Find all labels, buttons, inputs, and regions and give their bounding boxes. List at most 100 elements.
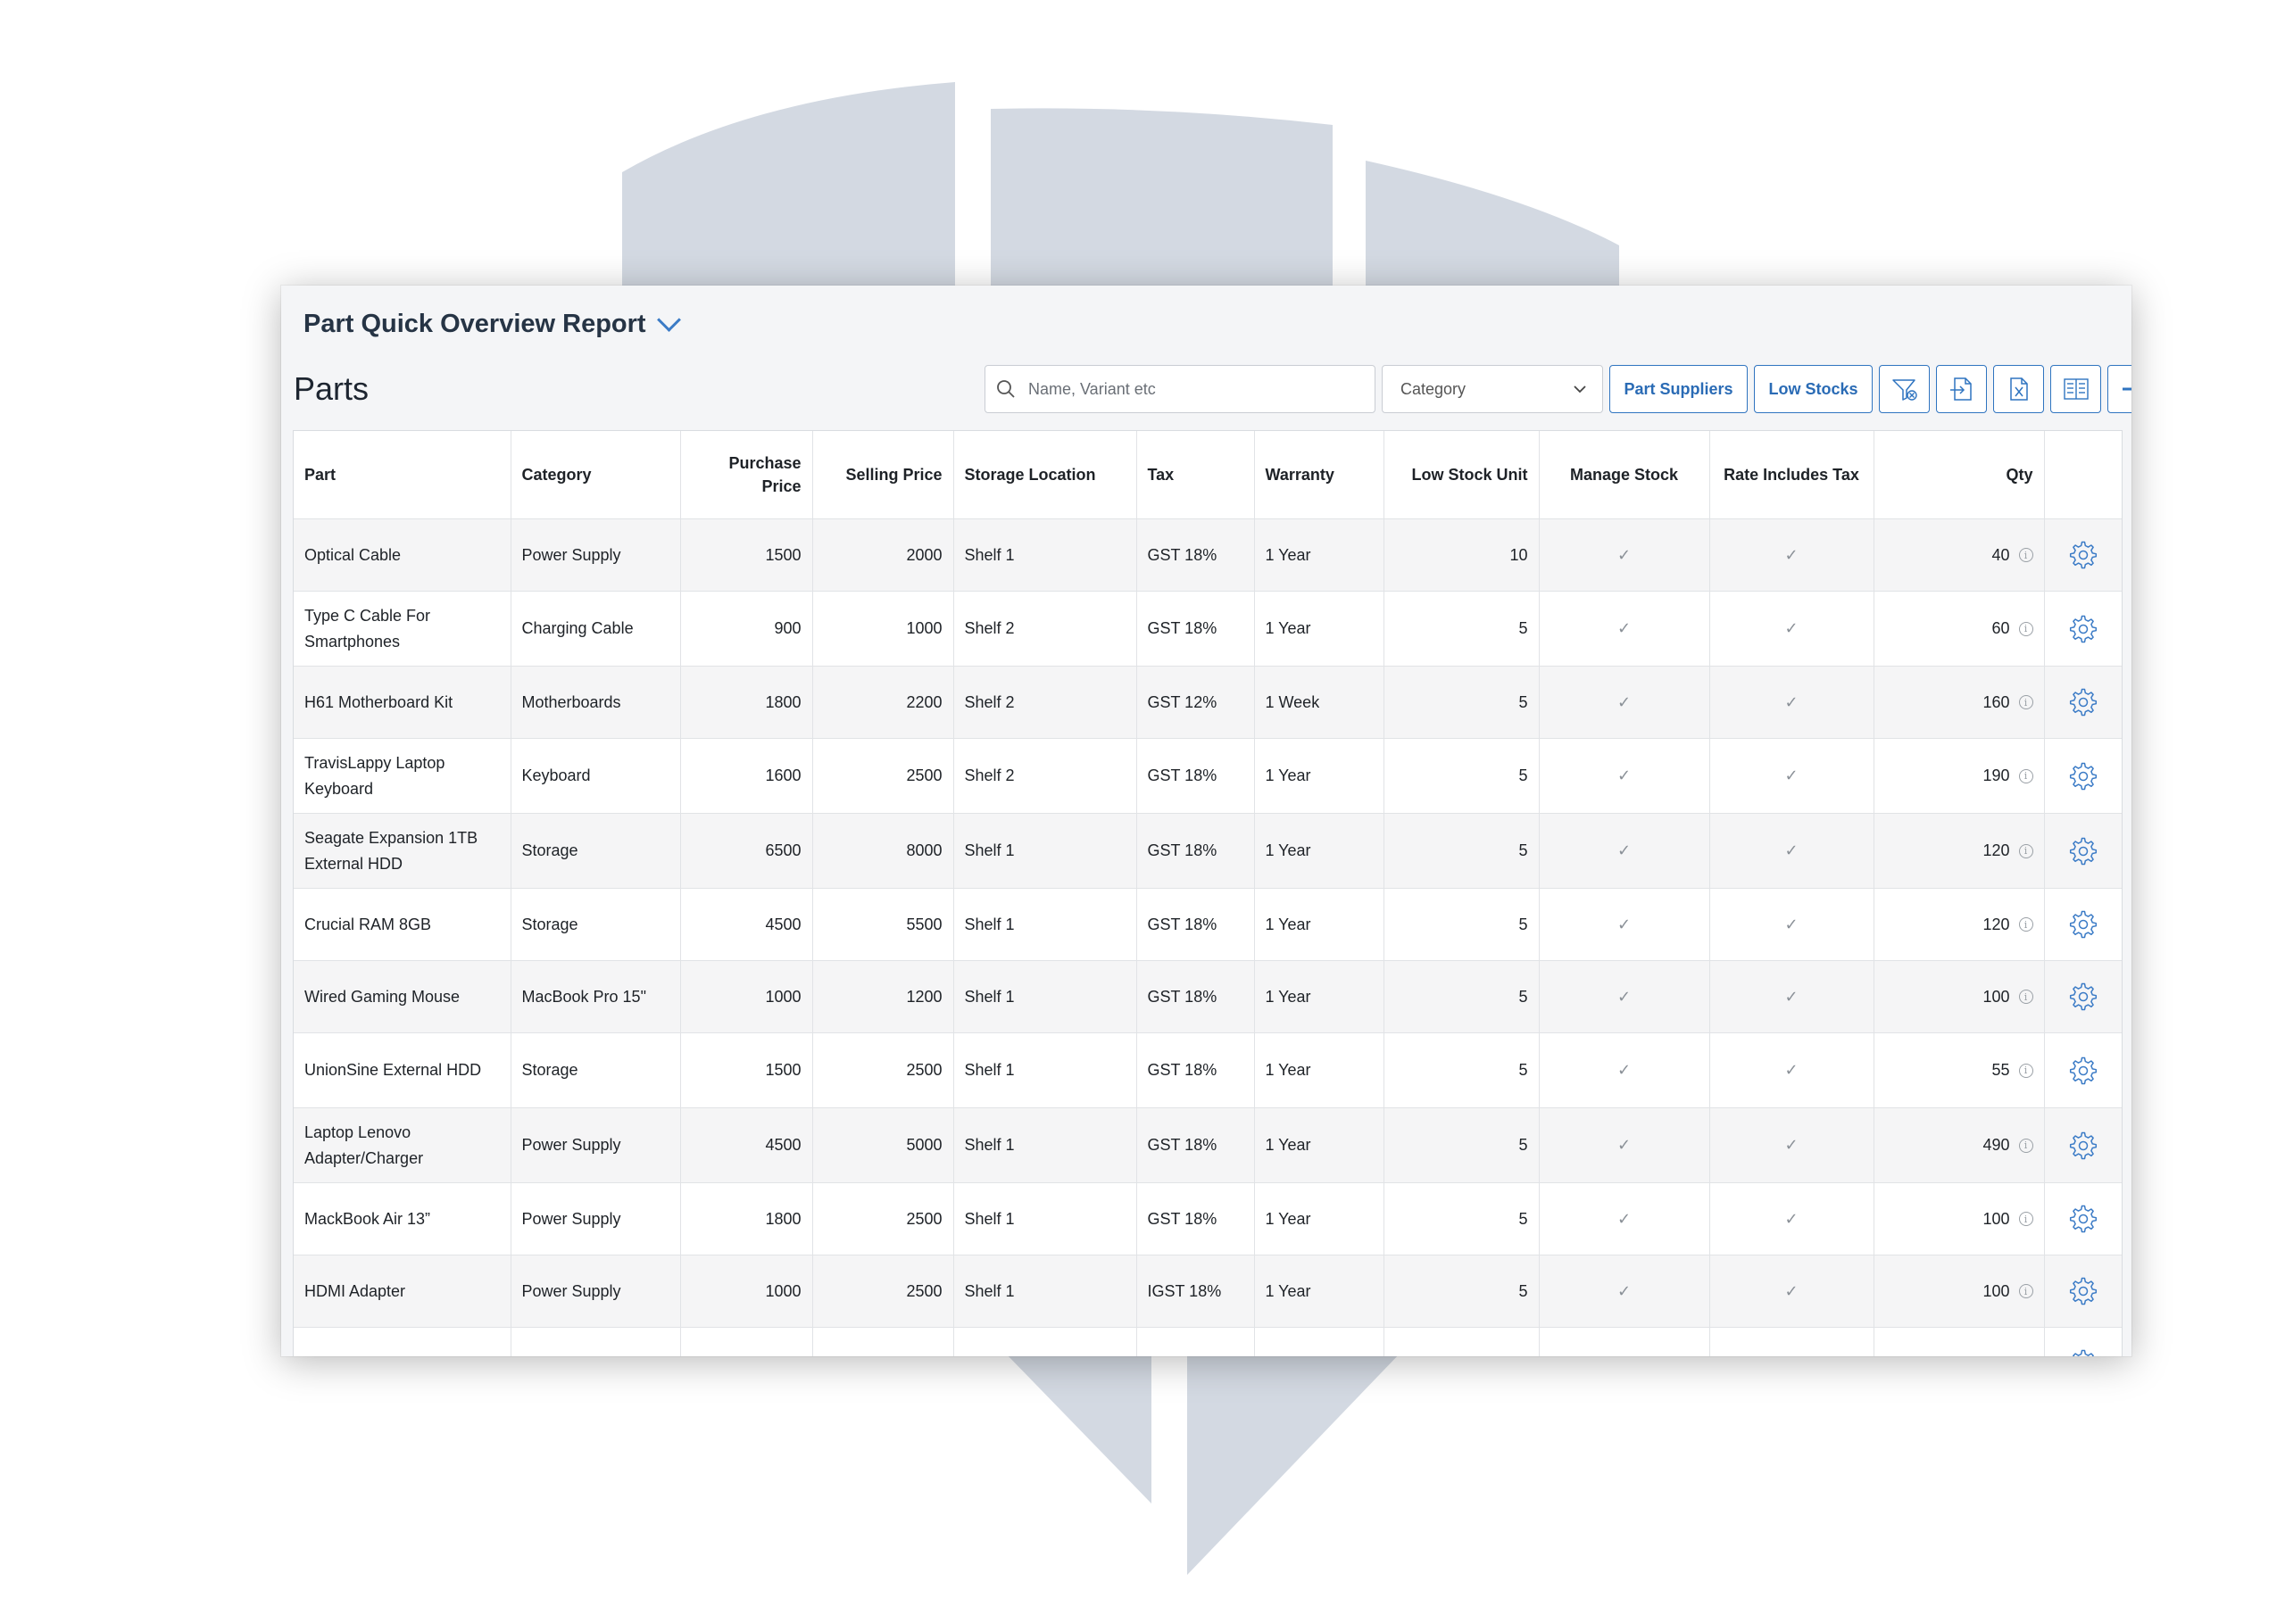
cell-selling-price: 2500 (812, 1255, 954, 1328)
column-header-low-stock-unit[interactable]: Low Stock Unit (1383, 431, 1540, 519)
cell-selling-price: 5500 (812, 888, 954, 961)
cell-part[interactable]: MackBook Air 13” (294, 1182, 511, 1255)
cell-part[interactable]: Crucial RAM 8GB (294, 888, 511, 961)
row-settings-button[interactable] (2044, 738, 2122, 814)
cell-selling-price: 1200 (812, 1327, 954, 1356)
row-settings-button[interactable] (2044, 888, 2122, 961)
cell-part[interactable]: SanDisk Pendrive Red (294, 1327, 511, 1356)
clear-filter-button[interactable] (1879, 365, 1930, 413)
cell-warranty: 1 Year (1254, 1255, 1384, 1328)
column-header-manage-stock[interactable]: Manage Stock (1539, 431, 1710, 519)
cell-part[interactable]: Wired Gaming Mouse (294, 960, 511, 1033)
cell-purchase-price: 1800 (680, 666, 813, 739)
info-icon[interactable]: i (2018, 843, 2033, 858)
gear-icon (2069, 910, 2097, 939)
column-header-storage-location[interactable]: Storage Location (953, 431, 1137, 519)
row-settings-button[interactable] (2044, 960, 2122, 1033)
info-icon[interactable]: i (2018, 1212, 2033, 1226)
add-part-button[interactable] (2107, 365, 2131, 413)
table-row[interactable]: Seagate Expansion 1TB External HDD Storag… (294, 813, 2122, 889)
column-header-rate-includes-tax[interactable]: Rate Includes Tax (1709, 431, 1874, 519)
info-icon[interactable]: i (2018, 695, 2033, 709)
cell-part[interactable]: TravisLappy Laptop Keyboard (294, 738, 511, 814)
cell-tax: GST 18% (1136, 738, 1255, 814)
column-header-category[interactable]: Category (511, 431, 681, 519)
category-select[interactable]: Category (1382, 365, 1603, 413)
table-row[interactable]: Wired Gaming Mouse MacBook Pro 15" 1000 120… (294, 960, 2122, 1033)
cell-low-stock-unit: 10 (1383, 518, 1540, 592)
table-row[interactable]: Optical Cable Power Supply 1500 2000 Shelf 1… (294, 518, 2122, 592)
info-icon[interactable]: i (2018, 917, 2033, 932)
gear-icon (2069, 837, 2097, 865)
search-icon (997, 380, 1015, 398)
column-header-part[interactable]: Part (294, 431, 511, 519)
row-settings-button[interactable] (2044, 518, 2122, 592)
report-title-dropdown[interactable]: Part Quick Overview Report (303, 305, 681, 343)
qty-value: 30 (1991, 1351, 2009, 1357)
cell-storage-location: Shelf 1 (953, 813, 1137, 889)
cell-qty: 40 i (1874, 518, 2045, 592)
cell-purchase-price: 6500 (680, 813, 813, 889)
cell-storage-location: Shelf 1 (953, 1107, 1137, 1183)
table-row[interactable]: SanDisk Pendrive RedStorage10001200Shelf… (294, 1327, 2122, 1357)
row-settings-button[interactable] (2044, 591, 2122, 667)
search-box[interactable] (985, 365, 1375, 413)
column-header-tax[interactable]: Tax (1136, 431, 1255, 519)
info-icon[interactable]: i (2018, 621, 2033, 636)
table-row[interactable]: Type C Cable For Smartphones Charging Cab… (294, 591, 2122, 667)
cell-qty: 30i (1874, 1327, 2045, 1357)
import-button[interactable] (1936, 365, 1987, 413)
columns-button[interactable] (2050, 365, 2101, 413)
cell-purchase-price: 4500 (680, 888, 813, 961)
cell-qty: 160 i (1874, 666, 2045, 739)
table-row[interactable]: Laptop Lenovo Adapter/Charger Power Suppl… (294, 1107, 2122, 1183)
cell-part[interactable]: Seagate Expansion 1TB External HDD (294, 813, 511, 889)
excel-export-button[interactable] (1993, 365, 2044, 413)
row-settings-button[interactable] (2044, 1327, 2122, 1356)
table-row[interactable]: UnionSine External HDD Storage 1500 2500 She… (294, 1032, 2122, 1108)
cell-part[interactable]: H61 Motherboard Kit (294, 666, 511, 739)
row-settings-button[interactable] (2044, 1107, 2122, 1183)
table-row[interactable]: HDMI Adapter Power Supply 1000 2500 Shelf 1I… (294, 1255, 2122, 1328)
cell-warranty: 1 Year (1254, 738, 1384, 814)
table-row[interactable]: H61 Motherboard Kit Motherboards 1800 2200 S… (294, 666, 2122, 739)
search-input[interactable] (1026, 378, 1360, 400)
report-title: Part Quick Overview Report (303, 309, 646, 338)
column-header-warranty[interactable]: Warranty (1254, 431, 1384, 519)
cell-category: Charging Cable (511, 591, 681, 667)
column-header-selling-price[interactable]: Selling Price (812, 431, 954, 519)
info-icon[interactable]: i (2018, 1284, 2033, 1298)
info-icon[interactable]: i (2018, 1138, 2033, 1153)
row-settings-button[interactable] (2044, 1182, 2122, 1255)
low-stocks-button[interactable]: Low Stocks (1754, 365, 1873, 413)
row-settings-button[interactable] (2044, 666, 2122, 739)
cell-purchase-price: 4500 (680, 1107, 813, 1183)
column-header-purchase-price[interactable]: Purchase Price (680, 431, 813, 519)
check-icon: ✓ (1539, 1255, 1710, 1328)
info-icon[interactable]: i (2018, 1063, 2033, 1078)
cell-part[interactable]: Laptop Lenovo Adapter/Charger (294, 1107, 511, 1183)
info-icon[interactable]: i (2018, 990, 2033, 1004)
table-row[interactable]: MackBook Air 13” Power Supply 1800 2500 Shel… (294, 1182, 2122, 1255)
cell-part[interactable]: UnionSine External HDD (294, 1032, 511, 1108)
columns-icon (2063, 378, 2089, 400)
table-row[interactable]: Crucial RAM 8GB Storage 4500 5500 Shelf 1 GST… (294, 888, 2122, 961)
cell-part[interactable]: Optical Cable (294, 518, 511, 592)
cell-qty: 120 i (1874, 813, 2045, 889)
column-header-qty[interactable]: Qty (1874, 431, 2045, 519)
row-settings-button[interactable] (2044, 1032, 2122, 1108)
row-settings-button[interactable] (2044, 813, 2122, 889)
cell-part[interactable]: HDMI Adapter (294, 1255, 511, 1328)
part-suppliers-button[interactable]: Part Suppliers (1609, 365, 1748, 413)
cell-part[interactable]: Type C Cable For Smartphones (294, 591, 511, 667)
info-icon[interactable]: i (2018, 548, 2033, 562)
row-settings-button[interactable] (2044, 1255, 2122, 1328)
table-row[interactable]: TravisLappy Laptop Keyboard Keyboard 1600 2… (294, 738, 2122, 814)
qty-value: 160 (1982, 692, 2010, 711)
qty-value: 100 (1982, 1209, 2010, 1228)
check-icon: ✓ (1539, 888, 1710, 961)
cell-tax: GST 18% (1136, 813, 1255, 889)
cell-selling-price: 2000 (812, 518, 954, 592)
info-icon[interactable]: i (2018, 768, 2033, 783)
gear-icon (2069, 1131, 2097, 1159)
